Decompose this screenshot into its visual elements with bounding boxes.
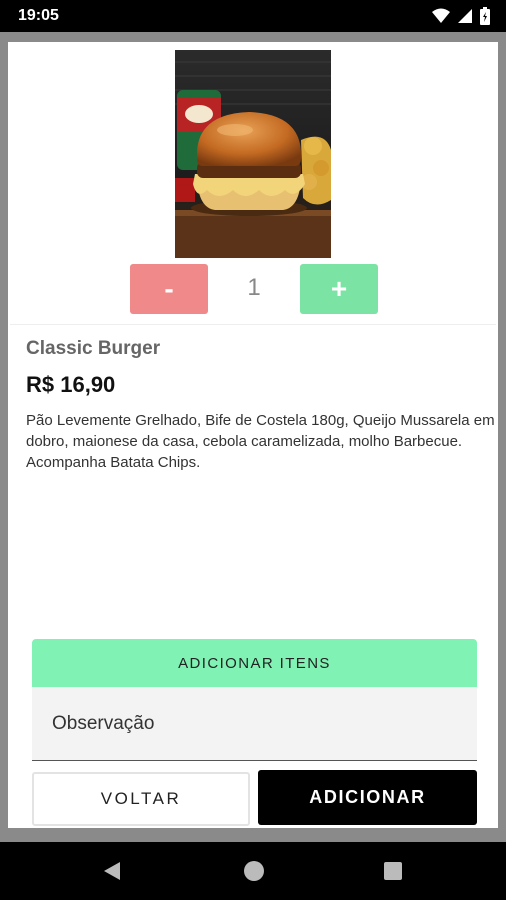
- nav-recent-apps-icon[interactable]: [384, 862, 402, 880]
- observation-field[interactable]: Observação: [32, 687, 477, 761]
- product-name: Classic Burger: [26, 338, 161, 359]
- status-icons: [432, 7, 490, 25]
- navigation-bar: [0, 842, 506, 900]
- wifi-icon: [432, 8, 450, 23]
- quantity-value: 1: [247, 274, 261, 301]
- observation-placeholder: Observação: [52, 713, 155, 734]
- signal-icon: [458, 9, 472, 23]
- decrease-quantity-button[interactable]: -: [130, 264, 208, 314]
- product-image: [175, 50, 331, 258]
- battery-icon: [480, 7, 490, 25]
- burger-photo: [175, 50, 331, 258]
- product-description: Pão Levemente Grelhado, Bife de Costela …: [26, 412, 495, 471]
- nav-back-icon[interactable]: [102, 861, 122, 881]
- product-price: R$ 16,90: [26, 372, 116, 397]
- increase-quantity-button[interactable]: +: [300, 264, 378, 314]
- status-time: 19:05: [18, 7, 59, 24]
- divider: [10, 324, 496, 325]
- add-items-button[interactable]: ADICIONAR ITENS: [32, 639, 477, 687]
- product-dialog: - 1 + Classic Burger R$ 16,90 Pão Leveme…: [8, 42, 498, 828]
- add-to-cart-button[interactable]: ADICIONAR: [258, 770, 477, 825]
- nav-home-icon[interactable]: [244, 861, 264, 881]
- back-button[interactable]: VOLTAR: [32, 772, 250, 826]
- status-bar: 19:05: [0, 0, 506, 32]
